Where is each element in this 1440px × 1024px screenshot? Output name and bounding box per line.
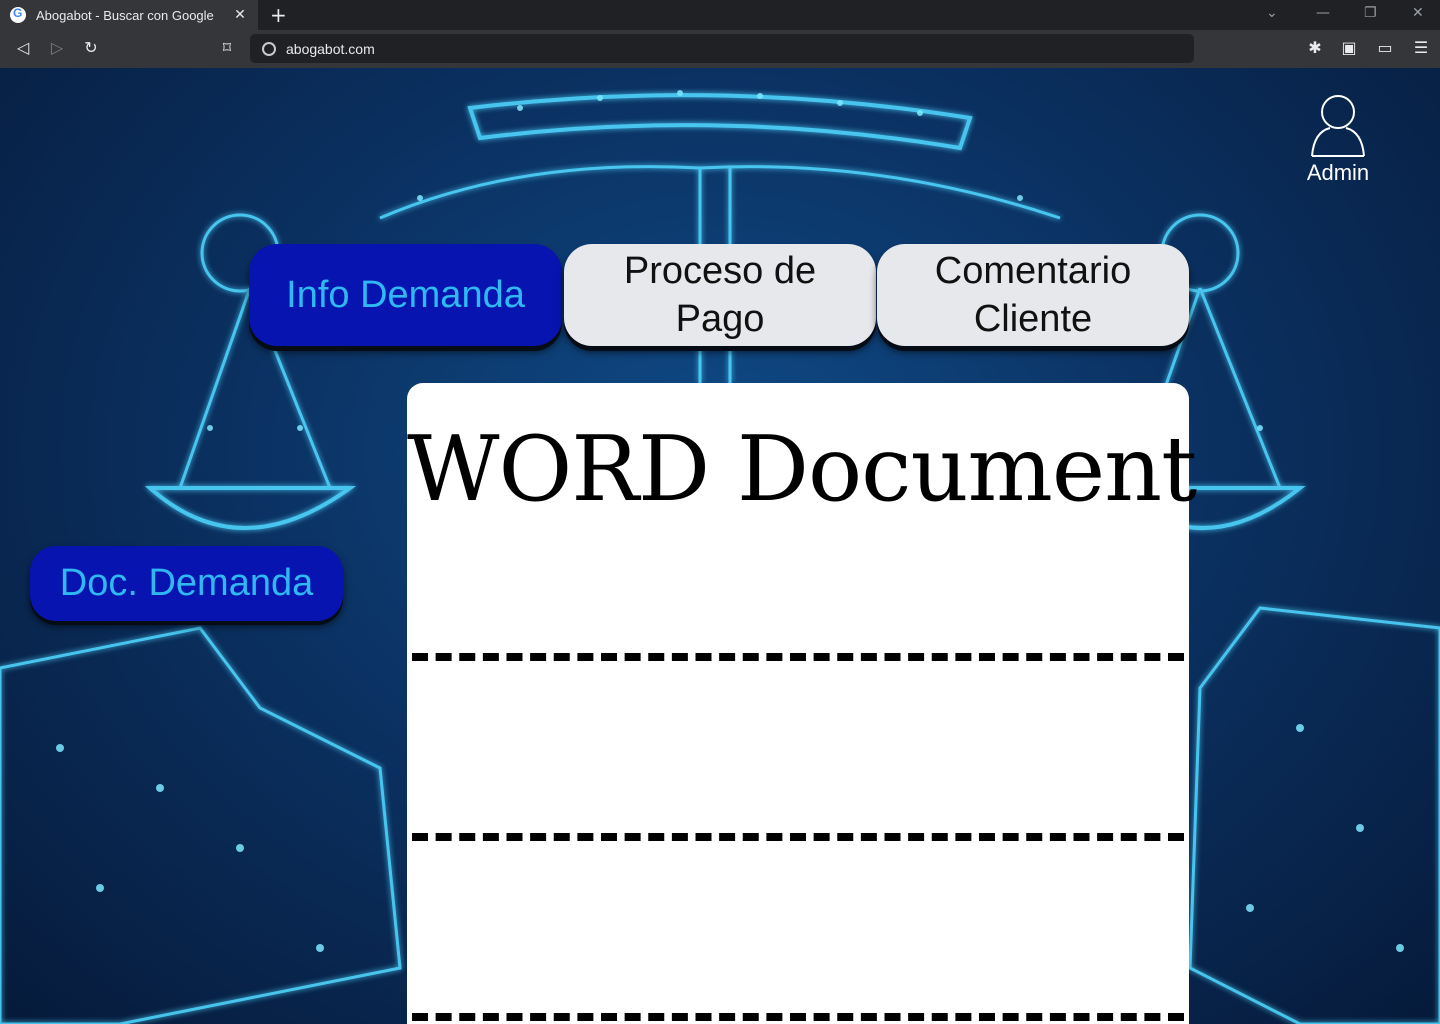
tab-comentario-cliente[interactable]: Comentario Cliente xyxy=(877,244,1189,346)
tab-search-chevron-icon[interactable]: ⌄ xyxy=(1266,5,1278,21)
tab-title: Abogabot - Buscar con Google xyxy=(36,7,214,23)
forward-icon[interactable]: ▷ xyxy=(46,38,68,57)
text-line-placeholder xyxy=(412,653,1184,661)
plus-icon[interactable]: + xyxy=(270,3,287,27)
tab-proceso-de-pago[interactable]: Proceso de Pago xyxy=(564,244,876,346)
document-title: WORD Document xyxy=(407,417,1197,522)
page-content: Admin Info Demanda Proceso de Pago Comen… xyxy=(0,68,1440,1024)
browser-tab-bar: Abogabot - Buscar con Google ✕ + ⌄ — ❐ ✕ xyxy=(0,0,1440,30)
bookmark-icon[interactable]: ⌑ xyxy=(216,38,238,57)
url-text: abogabot.com xyxy=(286,40,375,57)
google-favicon-icon xyxy=(10,6,26,23)
side-panel-icon[interactable]: ▣ xyxy=(1338,38,1360,57)
back-icon[interactable]: ◁ xyxy=(12,38,34,57)
text-line-placeholder xyxy=(412,833,1184,841)
browser-tab[interactable]: Abogabot - Buscar con Google ✕ xyxy=(0,0,258,30)
browser-toolbar: ◁ ▷ ↻ ⌑ abogabot.com ✱ ▣ ▭ ☰ xyxy=(0,30,1440,68)
text-line-placeholder xyxy=(412,1013,1184,1021)
user-icon xyxy=(1311,95,1365,157)
menu-icon[interactable]: ☰ xyxy=(1410,38,1432,57)
reload-icon[interactable]: ↻ xyxy=(80,38,102,57)
admin-profile[interactable]: Admin xyxy=(1296,92,1380,186)
tab-label: Proceso de Pago xyxy=(623,250,817,340)
address-bar[interactable]: abogabot.com xyxy=(250,34,1194,63)
doc-demanda-button[interactable]: Doc. Demanda xyxy=(30,546,343,621)
wallet-icon[interactable]: ▭ xyxy=(1374,38,1396,57)
minimize-icon[interactable]: — xyxy=(1316,5,1330,21)
extensions-icon[interactable]: ✱ xyxy=(1304,38,1326,57)
close-tab-icon[interactable]: ✕ xyxy=(232,7,248,23)
tab-label: Info Demanda xyxy=(286,274,525,316)
tab-label: Comentario Cliente xyxy=(934,250,1132,340)
tab-info-demanda[interactable]: Info Demanda xyxy=(249,244,562,346)
close-window-icon[interactable]: ✕ xyxy=(1412,5,1424,21)
document-preview: WORD Document xyxy=(407,383,1197,1024)
admin-label: Admin xyxy=(1306,160,1370,185)
restore-icon[interactable]: ❐ xyxy=(1364,5,1377,21)
site-info-icon[interactable] xyxy=(262,41,276,56)
doc-demanda-label: Doc. Demanda xyxy=(59,562,314,604)
